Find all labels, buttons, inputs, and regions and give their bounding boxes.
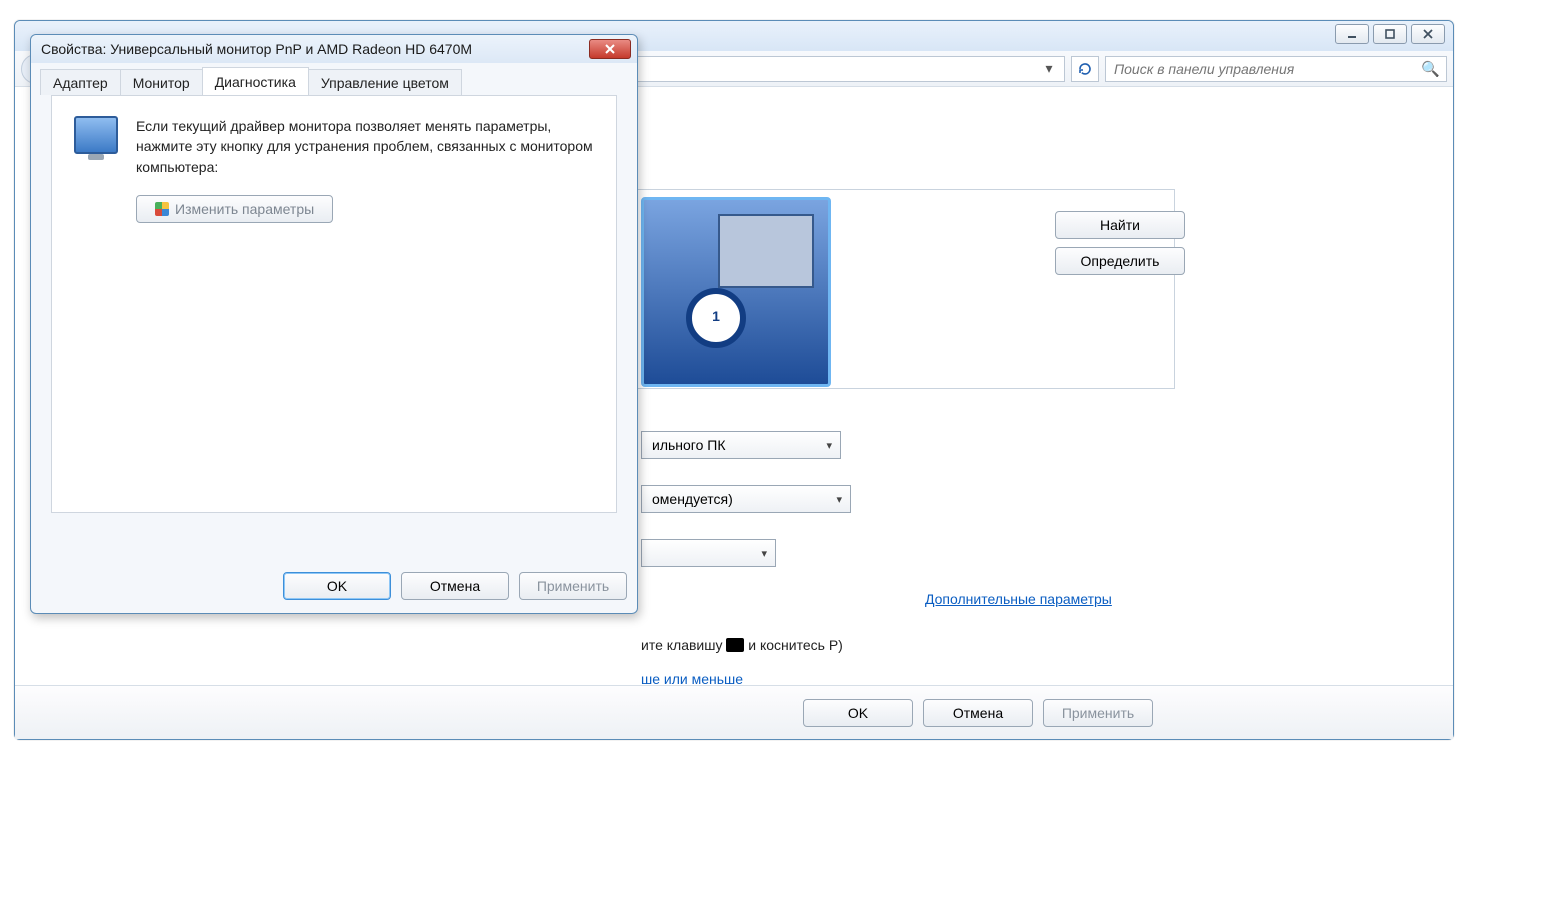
dialog-footer: OK Отмена Применить <box>41 569 627 603</box>
change-parameters-button[interactable]: Изменить параметры <box>136 195 333 223</box>
orientation-dropdown[interactable] <box>641 539 776 567</box>
main-ok-button[interactable]: OK <box>803 699 913 727</box>
monitor-icon <box>74 116 118 154</box>
minimize-button[interactable] <box>1335 24 1369 44</box>
dialog-body: Если текущий драйвер монитора позволяет … <box>51 95 617 513</box>
dialog-tabs: Адаптер Монитор Диагностика Управление ц… <box>40 69 461 97</box>
resolution-dropdown[interactable]: омендуется) <box>641 485 851 513</box>
address-dropdown-icon[interactable]: ▾ <box>1040 60 1058 77</box>
tab-adapter[interactable]: Адаптер <box>40 69 121 95</box>
dialog-titlebar: Свойства: Универсальный монитор PnP и AM… <box>31 35 637 63</box>
display-dropdown[interactable]: ильного ПК <box>641 431 841 459</box>
tab-color-management[interactable]: Управление цветом <box>308 69 462 95</box>
main-apply-button[interactable]: Применить <box>1043 699 1153 727</box>
dialog-ok-button[interactable]: OK <box>283 572 391 600</box>
advanced-settings-link[interactable]: Дополнительные параметры <box>925 591 1112 607</box>
main-cancel-button[interactable]: Отмена <box>923 699 1033 727</box>
tab-diagnostics[interactable]: Диагностика <box>202 67 309 95</box>
diagnostics-text: Если текущий драйвер монитора позволяет … <box>136 116 594 177</box>
close-button[interactable] <box>1411 24 1445 44</box>
refresh-button[interactable] <box>1071 56 1099 82</box>
find-button[interactable]: Найти <box>1055 211 1185 239</box>
dialog-title: Свойства: Универсальный монитор PnP и AM… <box>41 41 589 57</box>
main-footer: OK Отмена Применить <box>15 685 1453 739</box>
maximize-button[interactable] <box>1373 24 1407 44</box>
display-number-badge: 1 <box>686 288 746 348</box>
dialog-close-button[interactable] <box>589 39 631 59</box>
uac-shield-icon <box>155 202 169 216</box>
search-box[interactable]: 🔍 <box>1105 56 1447 82</box>
tab-monitor[interactable]: Монитор <box>120 69 203 95</box>
projector-hint: ите клавишу и коснитесь P) <box>641 637 843 653</box>
windows-key-icon <box>726 638 744 652</box>
search-input[interactable] <box>1112 60 1421 78</box>
monitor-icon <box>718 214 814 288</box>
display-thumbnail[interactable]: 1 <box>641 197 831 387</box>
identify-button[interactable]: Определить <box>1055 247 1185 275</box>
monitor-properties-dialog: Свойства: Универсальный монитор PnP и AM… <box>30 34 638 614</box>
search-icon[interactable]: 🔍 <box>1421 60 1440 78</box>
dialog-apply-button[interactable]: Применить <box>519 572 627 600</box>
dialog-cancel-button[interactable]: Отмена <box>401 572 509 600</box>
